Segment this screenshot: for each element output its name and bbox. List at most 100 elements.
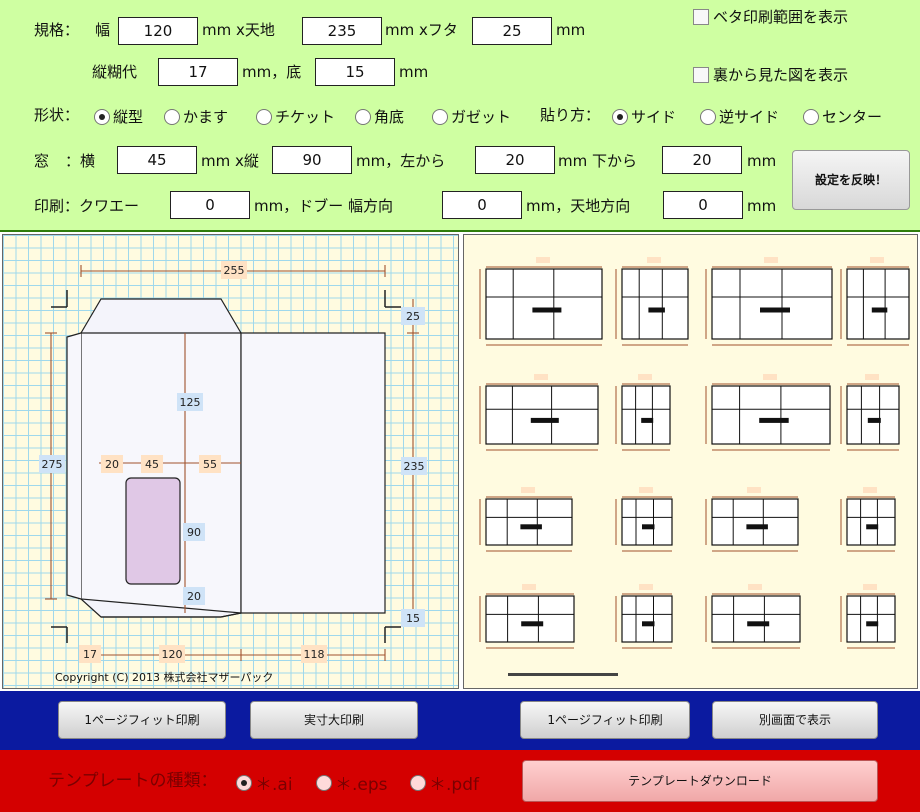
format-option-label: ＊.ai (255, 775, 293, 795)
solid-print-label: ベタ印刷範囲を表示 (713, 8, 849, 26)
radio-dot[interactable] (164, 108, 180, 125)
dim-window-right-label: 55 (203, 458, 217, 471)
thumbnail-preview (615, 487, 673, 552)
window-label: 窓 (34, 152, 50, 170)
shape-option-label: 角底 (374, 108, 405, 126)
shape-option-label: 縦型 (113, 108, 144, 126)
radio-dot[interactable] (236, 774, 252, 791)
dim-glue-label: 17 (83, 648, 97, 661)
mm-bottom-label: mm，底 (242, 63, 302, 81)
radio-dot[interactable] (432, 108, 448, 125)
checkbox-box[interactable] (693, 66, 709, 83)
print-grip-label: 印刷：クワエー (34, 197, 140, 215)
dim-window-top-label: 125 (180, 396, 201, 409)
preview-thumbnails-panel (463, 234, 918, 689)
dim-total-width-label: 255 (224, 264, 245, 277)
shape-radio-vertical[interactable]: 縦型 (94, 106, 143, 127)
thumbnail-preview (479, 257, 603, 346)
format-option-label: ＊.eps (335, 775, 388, 795)
thumbnail-preview (705, 584, 801, 649)
radio-dot[interactable] (410, 774, 426, 791)
dim-height-label: 235 (404, 460, 425, 473)
thumbnail-preview (479, 584, 575, 649)
envelope-template-diagram: 255 25 275 235 125 20 45 55 90 20 15 17 … (2, 234, 459, 689)
radio-dot[interactable] (355, 108, 371, 125)
radio-dot[interactable] (94, 108, 110, 125)
dim-total-height-label: 275 (42, 458, 63, 471)
thumbnail-preview (615, 584, 673, 649)
solid-print-checkbox[interactable]: ベタ印刷範囲を表示 (693, 6, 848, 27)
shape-option-label: かます (183, 108, 229, 126)
radio-dot[interactable] (612, 108, 628, 125)
shape-radio-square-bottom[interactable]: 角底 (355, 106, 404, 127)
window-width-label: ：横 (65, 152, 96, 170)
open-new-window-button[interactable]: 別画面で表示 (712, 701, 878, 739)
width-label: 幅 (95, 21, 111, 39)
window-width-input[interactable]: 45 (117, 146, 197, 174)
bleed-height-input[interactable]: 0 (663, 191, 743, 219)
thumbnail-preview (705, 487, 799, 552)
dim-window-bottom-label: 20 (187, 590, 201, 603)
format-radio-eps[interactable]: ＊.eps (316, 770, 388, 795)
radio-dot[interactable] (700, 108, 716, 125)
paste-radio-side[interactable]: サイド (612, 106, 676, 127)
template-type-label: テンプレートの種類： (48, 771, 218, 791)
paste-radio-reverse-side[interactable]: 逆サイド (700, 106, 779, 127)
shape-radio-ticket[interactable]: チケット (256, 106, 335, 127)
thumbnail-preview (840, 584, 896, 649)
flap-input[interactable]: 25 (472, 17, 552, 45)
template-drawing: 255 25 275 235 125 20 45 55 90 20 15 17 … (39, 261, 427, 684)
mm-x-height-label: mm x天地 (202, 21, 275, 39)
checkbox-box[interactable] (693, 8, 709, 25)
window-height-input[interactable]: 90 (272, 146, 352, 174)
actual-size-print-button[interactable]: 実寸大印刷 (250, 701, 418, 739)
apply-settings-button[interactable]: 設定を反映！ (792, 150, 910, 210)
paste-option-label: サイド (631, 108, 677, 126)
radio-dot[interactable] (256, 108, 272, 125)
radio-dot[interactable] (803, 108, 819, 125)
vglue-input[interactable]: 17 (158, 58, 238, 86)
bleed-width-label: mm，ドブー 幅方向 (254, 197, 393, 215)
paste-option-label: センター (822, 108, 883, 126)
grip-input[interactable]: 0 (170, 191, 250, 219)
shape-radio-gusset[interactable]: ガゼット (432, 106, 511, 127)
width-input[interactable]: 120 (118, 17, 198, 45)
shape-option-label: チケット (275, 108, 336, 126)
settings-panel: 規格： 幅 120 mm x天地 235 mm xフタ 25 mm ベタ印刷範囲… (0, 0, 920, 232)
thumbnail-grid (479, 257, 910, 676)
bottom-input[interactable]: 15 (315, 58, 395, 86)
download-bar: テンプレートの種類： ＊.ai ＊.eps ＊.pdf テンプレートダウンロード (0, 750, 920, 812)
radio-dot[interactable] (316, 774, 332, 791)
mm-label-3: mm (747, 152, 777, 170)
print-toolbar: 1ページフィット印刷 実寸大印刷 1ページフィット印刷 別画面で表示 (0, 691, 920, 750)
mm-from-bottom-label: mm 下から (558, 152, 637, 170)
thumbnail-preview (840, 487, 896, 552)
fit-page-print-button[interactable]: 1ページフィット印刷 (58, 701, 226, 739)
thumbnail-preview (479, 374, 599, 451)
thumbnail-preview (615, 374, 671, 451)
dim-width-label: 120 (162, 648, 183, 661)
paste-radio-center[interactable]: センター (803, 106, 882, 127)
dim-window-height-label: 90 (187, 526, 201, 539)
size-label: 規格： (34, 21, 80, 39)
fit-page-print-right-button[interactable]: 1ページフィット印刷 (520, 701, 690, 739)
mm-label: mm (556, 21, 586, 39)
window-left-input[interactable]: 20 (475, 146, 555, 174)
vglue-label: 縦糊代 (92, 63, 138, 81)
height-input[interactable]: 235 (302, 17, 382, 45)
back-view-checkbox[interactable]: 裏から見た図を表示 (693, 64, 848, 85)
back-panel (240, 332, 386, 614)
format-radio-pdf[interactable]: ＊.pdf (410, 770, 479, 795)
shape-radio-kamasu[interactable]: かます (164, 106, 228, 127)
format-radio-ai[interactable]: ＊.ai (236, 770, 293, 795)
mm-x-flap-label: mm xフタ (385, 21, 458, 39)
thumbnail-preview (479, 487, 573, 552)
bleed-width-input[interactable]: 0 (442, 191, 522, 219)
window-rect (125, 477, 181, 585)
thumbnail-preview (705, 374, 831, 451)
template-download-button[interactable]: テンプレートダウンロード (522, 760, 878, 802)
dim-flap-label: 25 (406, 310, 420, 323)
window-bottom-input[interactable]: 20 (662, 146, 742, 174)
dim-back-label: 118 (304, 648, 325, 661)
mm-from-left-label: mm，左から (356, 152, 446, 170)
